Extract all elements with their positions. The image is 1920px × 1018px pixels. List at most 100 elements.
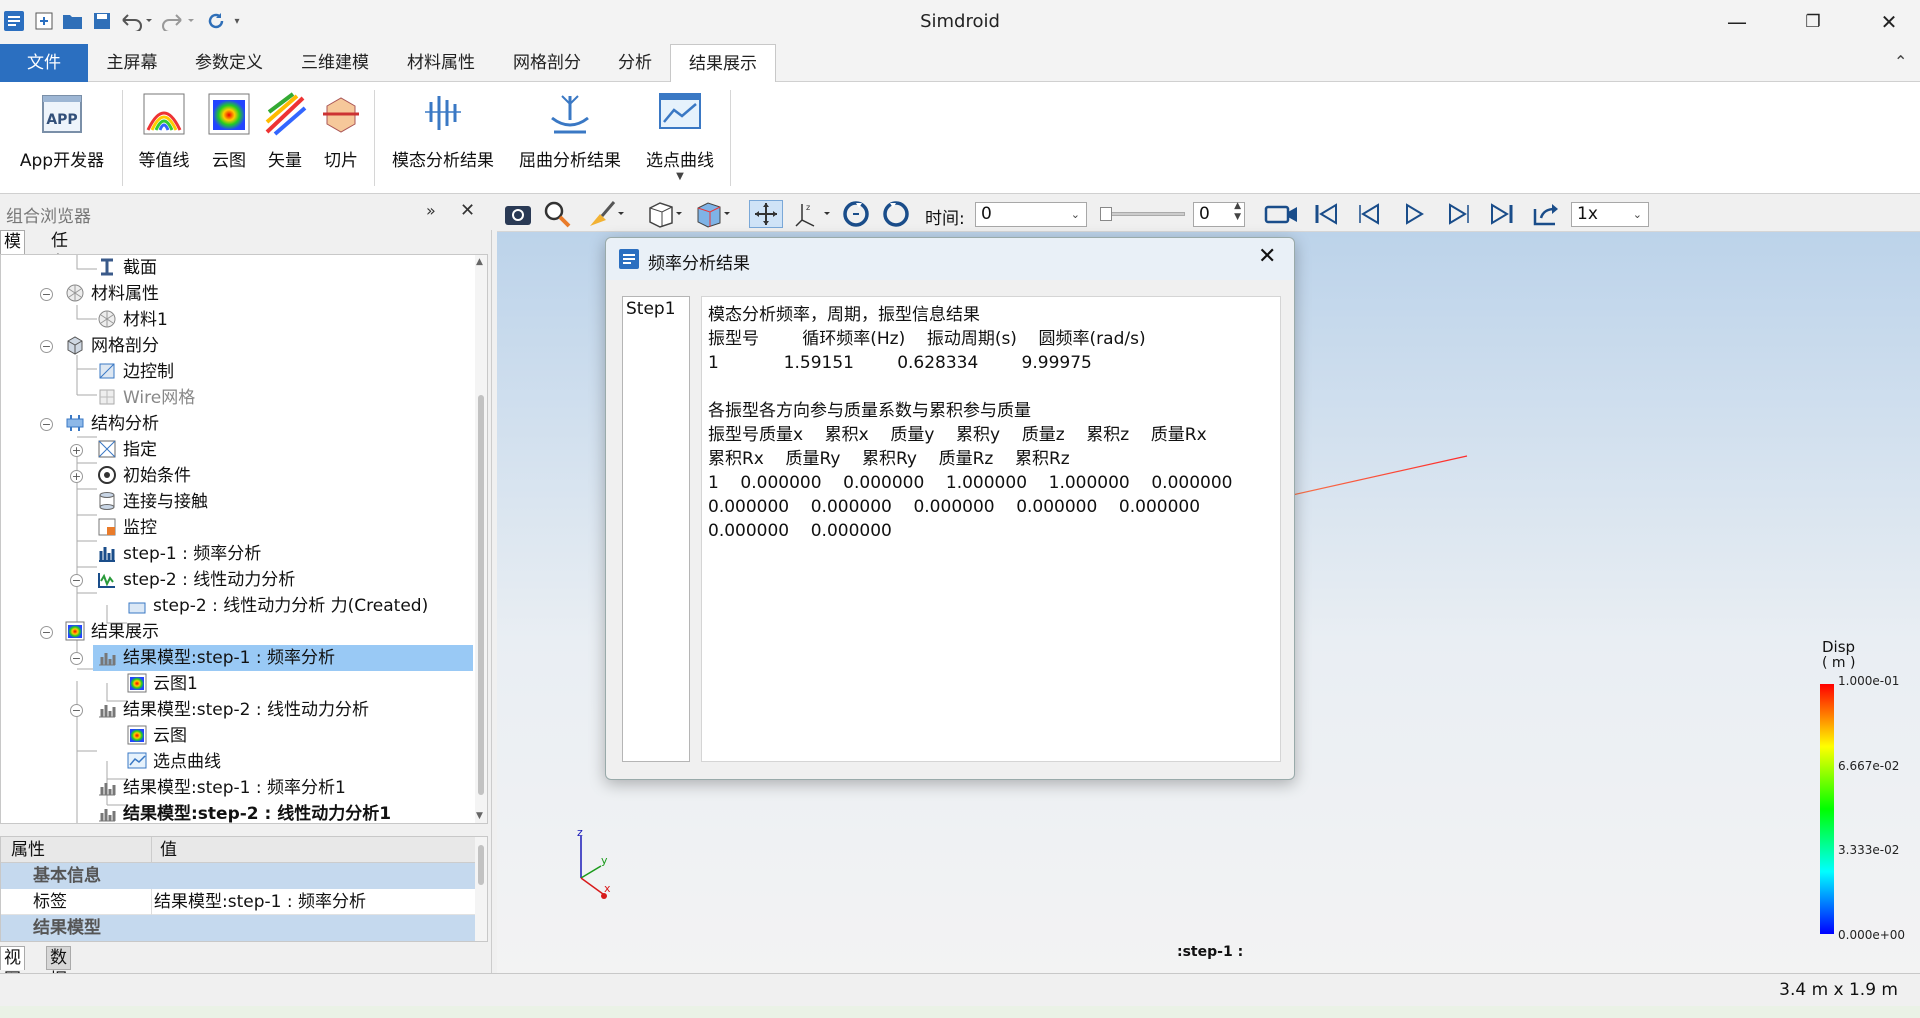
tree-item-section[interactable]: 截面 (97, 255, 157, 281)
dropdown-arrow-icon[interactable]: ▼ (638, 171, 722, 182)
property-scrollbar[interactable] (475, 837, 487, 941)
dialog-close-icon[interactable]: ✕ (1258, 244, 1276, 269)
collapse-toggle[interactable]: − (40, 288, 53, 301)
last-frame-icon[interactable] (1485, 200, 1519, 228)
close-panel-icon[interactable]: ✕ (460, 200, 475, 221)
cloud-map-button[interactable]: 云图 (204, 92, 254, 182)
axis-orientation-icon[interactable]: z (791, 200, 833, 228)
tree-item-wire-mesh[interactable]: Wire网格 (97, 385, 195, 411)
tree-item-material-properties[interactable]: 材料属性 (65, 281, 159, 307)
collapse-toggle[interactable]: − (70, 704, 83, 717)
scroll-down-icon[interactable]: ▼ (476, 811, 483, 821)
play-icon[interactable] (1397, 200, 1431, 228)
property-group-result-model[interactable]: 结果模型 (1, 915, 477, 941)
tree-item-material-1[interactable]: 材料1 (97, 307, 168, 333)
minimize-icon[interactable]: — (1708, 0, 1766, 44)
tree-item-results[interactable]: 结果展示 (65, 619, 159, 645)
display-mode-icon[interactable] (693, 200, 735, 228)
legend-title: Disp (1822, 638, 1856, 656)
pan-tool-icon[interactable] (749, 200, 783, 228)
tab-parameters[interactable]: 参数定义 (178, 44, 280, 82)
slider-handle[interactable] (1100, 207, 1112, 221)
tab-task[interactable]: 任务 (48, 230, 71, 273)
tab-model[interactable]: 模型 (0, 230, 25, 274)
contour-icon (142, 92, 186, 136)
tab-home[interactable]: 主屏幕 (92, 44, 172, 82)
property-row-label[interactable]: 标签 结果模型:step-1 : 频率分析 (1, 889, 477, 915)
frequency-result-dialog: 频率分析结果 ✕ Step1 模态分析频率，周期，振型信息结果 振型号 循环频率… (605, 237, 1295, 780)
restore-icon[interactable]: ❐ (1784, 0, 1842, 44)
contour-button[interactable]: 等值线 (134, 92, 194, 182)
previous-frame-icon[interactable] (1353, 200, 1387, 228)
tree-item-initial-conditions[interactable]: 初始条件 (97, 463, 191, 489)
taskbar-strip (0, 1006, 1920, 1018)
frame-spinbox[interactable]: 0 ▲ ▼ (1193, 201, 1245, 227)
dialog-title-bar[interactable]: 频率分析结果 ✕ (606, 238, 1294, 280)
slice-button[interactable]: 切片 (318, 92, 364, 182)
collapse-toggle[interactable]: − (70, 574, 83, 587)
tree-item-result-model-step-1[interactable]: 结果模型:step-1 : 频率分析 (93, 645, 473, 671)
expand-toggle[interactable]: + (70, 470, 83, 483)
zoom-select-icon[interactable] (541, 200, 575, 228)
expand-toggle[interactable]: + (70, 444, 83, 457)
vector-button[interactable]: 矢量 (262, 92, 308, 182)
ribbon-separator (374, 90, 375, 186)
tab-view[interactable]: 视图 (0, 946, 25, 990)
tree-item-step-2[interactable]: step-2 : 线性动力分析 (97, 567, 295, 593)
viewport-toolbar: z 时间: 0 ⌄ 0 ▲ ▼ 1x ⌄ (497, 196, 1920, 232)
close-icon[interactable]: ✕ (1860, 0, 1918, 44)
tab-3d-modeling[interactable]: 三维建模 (284, 44, 386, 82)
tree-item-step-1[interactable]: step-1 : 频率分析 (97, 541, 261, 567)
camera-icon[interactable] (501, 200, 535, 228)
property-group-basic[interactable]: 基本信息 (1, 863, 477, 889)
tree-item-monitor[interactable]: 监控 (97, 515, 157, 541)
spin-arrows-icon[interactable]: ▲ ▼ (1234, 201, 1241, 223)
rotate-cw-icon[interactable] (839, 200, 873, 228)
tree-item-result-model-step-2[interactable]: 结果模型:step-2 : 线性动力分析 (97, 697, 369, 723)
time-slider[interactable] (1100, 207, 1185, 221)
double-chevron-icon[interactable]: » (426, 201, 436, 220)
tree-scrollbar[interactable]: ▲ ▼ (475, 255, 487, 823)
tab-material[interactable]: 材料属性 (390, 44, 492, 82)
scroll-up-icon[interactable]: ▲ (476, 257, 483, 267)
tab-analysis[interactable]: 分析 (604, 44, 666, 82)
buckling-result-button[interactable]: 屈曲分析结果 (512, 92, 628, 182)
tree-item-edge-control[interactable]: 边控制 (97, 359, 174, 385)
export-icon[interactable] (1529, 200, 1563, 228)
time-select[interactable]: 0 ⌄ (975, 202, 1087, 227)
tab-results[interactable]: 结果展示 (670, 44, 776, 83)
tree-item-cloud-map[interactable]: 云图 (127, 723, 187, 749)
clear-brush-icon[interactable] (585, 200, 627, 228)
collapse-toggle[interactable]: − (40, 340, 53, 353)
view-cube-icon[interactable] (645, 200, 687, 228)
tree-item-result-model-step-1-copy[interactable]: 结果模型:step-1 : 频率分析1 (97, 775, 346, 801)
tab-mesh[interactable]: 网格剖分 (496, 44, 598, 82)
tree-item-result-model-step-2-copy[interactable]: 结果模型:step-2 : 线性动力分析1 (97, 801, 391, 823)
tree-item-point-curve[interactable]: 选点曲线 (127, 749, 221, 775)
collapse-ribbon-icon[interactable]: ⌃ (1894, 52, 1907, 71)
tree-item-assign[interactable]: 指定 (97, 437, 157, 463)
tab-file[interactable]: 文件 (0, 44, 88, 82)
tree-item-step-2-force[interactable]: step-2 : 线性动力分析 力(Created) (127, 593, 428, 619)
next-frame-icon[interactable] (1441, 200, 1475, 228)
first-frame-icon[interactable] (1309, 200, 1343, 228)
tab-data[interactable]: 数据 (46, 946, 71, 990)
scrollbar-thumb[interactable] (478, 845, 484, 885)
video-camera-icon[interactable] (1263, 200, 1301, 228)
point-curve-button[interactable]: 选点曲线 ▼ (638, 92, 722, 182)
rotate-ccw-icon[interactable] (879, 200, 913, 228)
result-text[interactable]: 模态分析频率，周期，振型信息结果 振型号 循环频率(Hz) 振动周期(s) 圆频… (701, 296, 1281, 762)
collapse-toggle[interactable]: − (40, 626, 53, 639)
step-list-item[interactable]: Step1 (623, 297, 689, 321)
speed-select[interactable]: 1x ⌄ (1571, 202, 1649, 227)
tree-item-mesh[interactable]: 网格剖分 (65, 333, 159, 359)
tree-item-connection-contact[interactable]: 连接与接触 (97, 489, 208, 515)
collapse-toggle[interactable]: − (40, 418, 53, 431)
legend-unit: ( m ) (1822, 655, 1856, 671)
tree-item-structural-analysis[interactable]: 结构分析 (65, 411, 159, 437)
tree-item-cloud-map-1[interactable]: 云图1 (127, 671, 198, 697)
scrollbar-thumb[interactable] (478, 395, 484, 795)
app-developer-button[interactable]: APP App开发器 (12, 92, 112, 182)
collapse-toggle[interactable]: − (70, 652, 83, 665)
modal-result-button[interactable]: 模态分析结果 (384, 92, 502, 182)
